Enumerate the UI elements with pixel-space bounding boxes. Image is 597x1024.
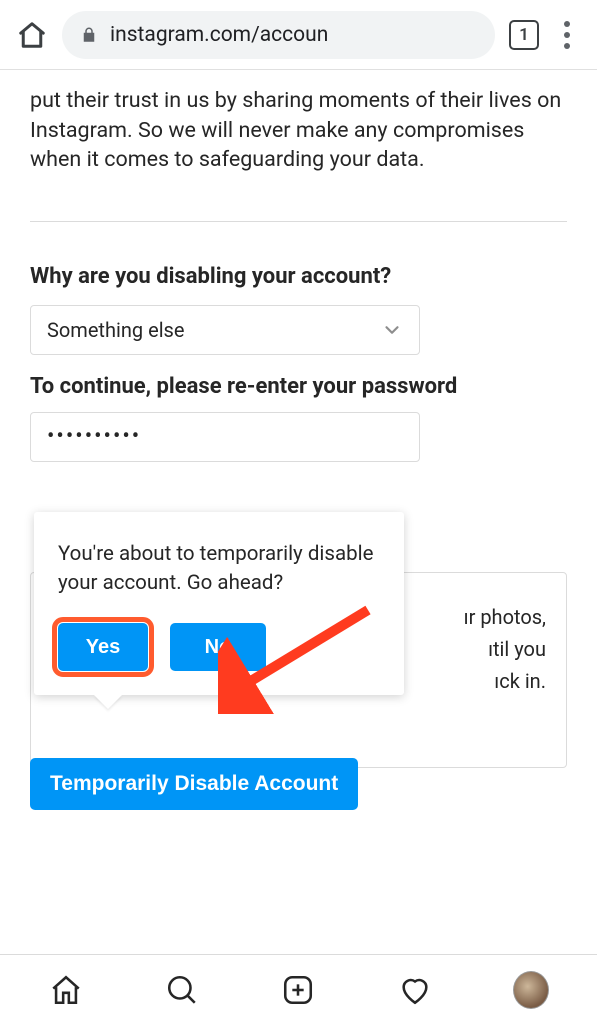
reason-select[interactable]: Something else	[30, 305, 420, 355]
nav-profile-button[interactable]	[513, 972, 549, 1008]
chevron-down-icon	[381, 319, 403, 341]
temporarily-disable-button[interactable]: Temporarily Disable Account	[30, 758, 358, 810]
nav-new-post-button[interactable]	[280, 972, 316, 1008]
url-bar[interactable]: instagram.com/accoun	[62, 11, 495, 59]
nav-home-button[interactable]	[48, 972, 84, 1008]
browser-home-button[interactable]	[16, 19, 48, 51]
section-divider	[30, 221, 567, 222]
confirm-yes-button[interactable]: Yes	[58, 623, 148, 671]
home-icon	[17, 20, 47, 50]
intro-paragraph: put their trust in us by sharing moments…	[30, 86, 567, 175]
reason-question-label: Why are you disabling your account?	[30, 264, 567, 289]
kebab-dot-icon	[564, 21, 570, 27]
tab-count-label: 1	[519, 25, 529, 45]
heart-icon	[398, 973, 432, 1007]
search-icon	[165, 973, 199, 1007]
confirm-button-row: Yes No	[58, 623, 380, 671]
url-text: instagram.com/accoun	[110, 23, 328, 47]
reason-selected-value: Something else	[47, 318, 184, 342]
confirm-popover: You're about to temporarily disable your…	[34, 512, 404, 695]
instagram-bottom-nav	[0, 954, 597, 1024]
tabs-button[interactable]: 1	[509, 20, 539, 50]
password-label: To continue, please re-enter your passwo…	[30, 373, 567, 402]
browser-menu-button[interactable]	[553, 21, 581, 49]
page-content: put their trust in us by sharing moments…	[0, 70, 597, 810]
confirm-no-button[interactable]: No	[170, 623, 266, 671]
lock-icon	[80, 26, 98, 44]
kebab-dot-icon	[564, 43, 570, 49]
password-input[interactable]: ••••••••••	[30, 412, 420, 462]
confirm-message: You're about to temporarily disable your…	[58, 540, 380, 599]
kebab-dot-icon	[564, 32, 570, 38]
confirm-area: ır photos, ıtil you ıck in. You're about…	[30, 512, 567, 810]
profile-avatar-icon	[513, 971, 549, 1009]
nav-search-button[interactable]	[164, 972, 200, 1008]
plus-square-icon	[281, 973, 315, 1007]
home-outline-icon	[49, 973, 83, 1007]
password-masked-value: ••••••••••	[47, 424, 141, 449]
nav-activity-button[interactable]	[397, 972, 433, 1008]
browser-chrome-bar: instagram.com/accoun 1	[0, 0, 597, 70]
